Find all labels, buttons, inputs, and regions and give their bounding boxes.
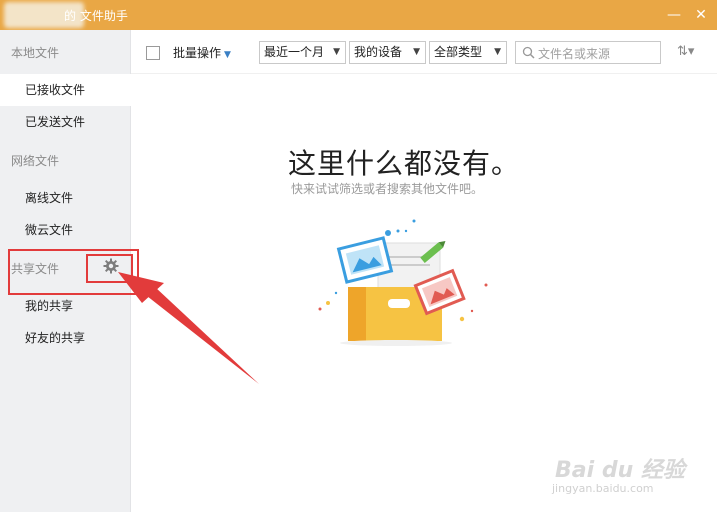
watermark-logo: Bai du 经验 xyxy=(555,458,685,483)
annotation-arrow xyxy=(118,272,259,384)
watermark-url: jingyan.baidu.com xyxy=(552,482,654,495)
